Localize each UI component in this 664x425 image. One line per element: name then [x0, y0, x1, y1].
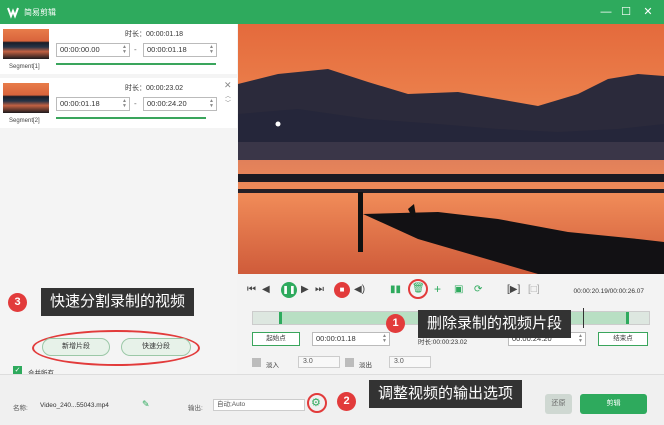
segment-progress-bar [56, 117, 206, 119]
segment-progress-bar [56, 63, 216, 65]
close-button[interactable]: ✕ [639, 3, 657, 21]
segment-name: Segment[2] [9, 118, 40, 124]
callout-2-number: 2 [337, 392, 356, 411]
refresh-icon[interactable]: ⟳ [474, 283, 482, 297]
skip-end-icon[interactable]: ⏭ [315, 283, 324, 297]
segment-thumbnail [3, 83, 49, 113]
segment-duration: 时长：00:00:23.02 [125, 85, 183, 92]
spin-arrows-icon[interactable]: ▲ ▼ [122, 99, 127, 109]
callout-3-text: 快速分割录制的视频 [41, 288, 195, 316]
segment-end-input[interactable]: 00:00:24.20 ▲ ▼ [143, 97, 217, 111]
segment-start-input[interactable]: 00:00:01.18 ▲ ▼ [56, 97, 130, 111]
remove-segment-icon[interactable]: ✕ [224, 80, 232, 91]
segment-item-1[interactable]: Segment[1] 时长：00:00:01.18 00:00:00.00 ▲ ▼ … [0, 24, 237, 74]
segment-start-input[interactable]: 00:00:00.00 ▲ ▼ [56, 43, 130, 57]
set-end-point-button[interactable]: 结束点 [598, 332, 648, 346]
range-dash: - [134, 99, 137, 108]
spin-arrows-icon[interactable]: ▲ ▼ [209, 45, 214, 55]
segment-end-input[interactable]: 00:00:01.18 ▲ ▼ [143, 43, 217, 57]
fade-out-value: 3.0 [394, 358, 404, 365]
fade-in-label: 淡入 [266, 362, 279, 369]
end-point-label: 结束点 [613, 335, 633, 342]
maximize-button[interactable]: ☐ [617, 3, 635, 21]
callout-1-number: 1 [386, 314, 405, 333]
volume-icon[interactable]: ◀) [354, 283, 365, 297]
cut-button[interactable]: 剪辑 [580, 394, 647, 414]
video-frame [238, 24, 664, 274]
step-forward-icon[interactable]: ▶ [301, 283, 309, 297]
callout-2-text: 调整视频的输出选项 [369, 380, 523, 408]
step-back-icon[interactable]: ◀ [262, 283, 270, 297]
trim-start-value: 00:00:01.18 [316, 334, 356, 343]
segment-duration: 时长：00:00:01.18 [125, 31, 183, 38]
fade-in-input[interactable]: 3.0 [298, 356, 340, 368]
segment-start-value: 00:00:01.18 [60, 99, 100, 108]
stop-icon[interactable]: ■ [334, 282, 350, 298]
app-logo-icon [7, 7, 19, 19]
output-filename: Video_240...55043.mp4 [40, 402, 109, 409]
bottom-bar: 名称: Video_240...55043.mp4 ✎ 输出: 自动;Auto … [0, 374, 664, 425]
reset-button[interactable]: 还原 [545, 394, 572, 414]
output-label: 输出: [188, 405, 203, 412]
video-preview[interactable] [238, 24, 664, 274]
playhead[interactable] [583, 308, 584, 328]
output-format-select[interactable]: 自动;Auto [213, 399, 305, 411]
fade-out-label: 淡出 [359, 362, 372, 369]
set-start-icon[interactable]: [▶] [507, 283, 520, 297]
edit-icon[interactable]: ✎ [142, 399, 150, 410]
fade-in-checkbox[interactable] [252, 358, 261, 367]
segment-start-value: 00:00:00.00 [60, 45, 100, 54]
segment-panel: Segment[1] 时长：00:00:01.18 00:00:00.00 ▲ ▼ … [0, 24, 237, 374]
output-format-value: 自动;Auto [217, 401, 246, 408]
copy-icon[interactable]: ▣ [454, 283, 463, 297]
move-down-icon[interactable]: ﹀ [225, 98, 231, 107]
skip-start-icon[interactable]: ⏮ [247, 283, 256, 297]
name-label: 名称: [13, 405, 28, 412]
spin-arrows-icon[interactable]: ▲ ▼ [382, 334, 387, 344]
segment-thumbnail [3, 29, 49, 59]
start-point-label: 起始点 [266, 335, 286, 342]
fade-out-checkbox[interactable] [345, 358, 354, 367]
set-start-point-button[interactable]: 起始点 [252, 332, 300, 346]
title-bar: 简易剪辑 — ☐ ✕ [0, 0, 664, 24]
minimize-button[interactable]: — [597, 3, 615, 21]
fade-out-input[interactable]: 3.0 [389, 356, 431, 368]
split-icon[interactable]: ▮▮ [390, 283, 401, 297]
callout-3-number: 3 [8, 293, 27, 312]
set-end-icon[interactable]: [□] [528, 283, 540, 297]
gear-icon[interactable]: ⚙ [311, 396, 321, 409]
fade-in-value: 3.0 [303, 358, 313, 365]
window-title: 简易剪辑 [24, 8, 56, 17]
delete-icon[interactable]: 🗑 [412, 282, 425, 296]
quick-split-button[interactable]: 快速分段 [121, 338, 191, 356]
play-icon[interactable]: ❚❚ [281, 282, 297, 298]
add-segment-button[interactable]: 新增片段 [42, 338, 110, 356]
trim-start-input[interactable]: 00:00:01.18 ▲ ▼ [312, 332, 390, 346]
segment-item-2[interactable]: Segment[2] 时长：00:00:23.02 00:00:01.18 ▲ ▼ … [0, 78, 237, 128]
segment-name: Segment[1] [9, 64, 40, 70]
range-dash: - [134, 45, 137, 54]
spin-arrows-icon[interactable]: ▲ ▼ [578, 334, 583, 344]
playback-timecode: 00:00:20.19/00:00:26.07 [573, 288, 644, 295]
callout-1-text: 删除录制的视频片段 [418, 310, 572, 338]
spin-arrows-icon[interactable]: ▲ ▼ [209, 99, 214, 109]
segment-end-value: 00:00:24.20 [147, 99, 187, 108]
spin-arrows-icon[interactable]: ▲ ▼ [122, 45, 127, 55]
add-icon[interactable]: + [434, 282, 441, 296]
segment-end-value: 00:00:01.18 [147, 45, 187, 54]
